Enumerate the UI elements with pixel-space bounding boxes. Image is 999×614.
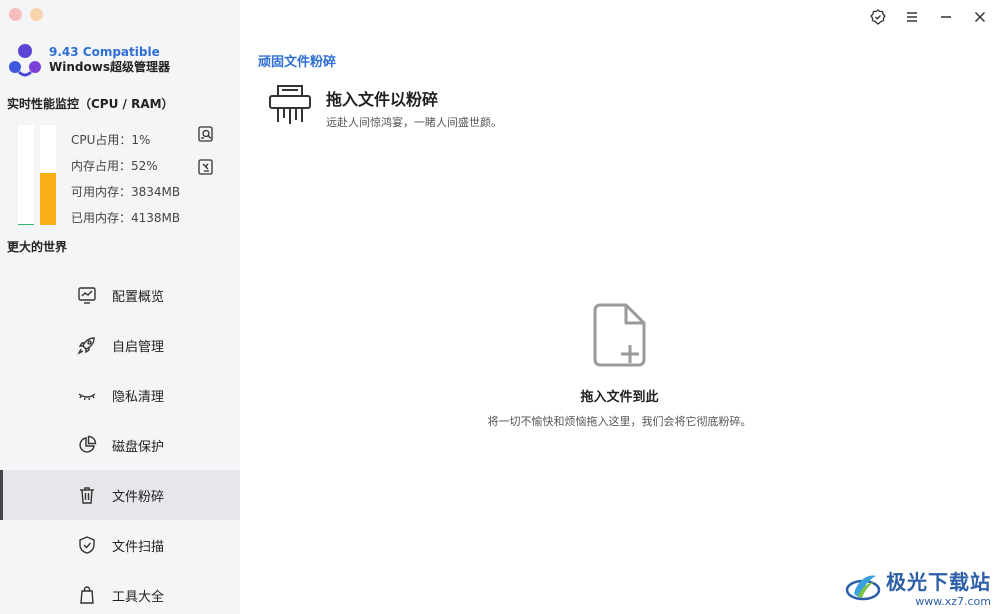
used-memory-text: 已用内存：4138MB [71,211,181,225]
sidebar-item-label: 配置概览 [112,289,165,305]
brand-name: Windows超级管理器 [49,60,170,74]
minimize-dot-button[interactable] [30,8,43,21]
watermark-name: 极光下载站 [886,570,991,594]
world-label: 更大的世界 [7,240,68,254]
available-memory-text: 可用内存：3834MB [71,185,181,199]
memory-clean-icon[interactable] [197,158,215,176]
sidebar-item-label: 文件扫描 [112,539,165,555]
sidebar-item-label: 隐私清理 [112,389,165,405]
watermark: 极光下载站 www.xz7.com [844,566,991,608]
menu-icon[interactable] [903,8,921,26]
close-icon[interactable] [971,8,989,26]
ram-usage-text: 内存占用：52% [71,159,158,173]
main-content: 顽固文件粉碎 拖入文件以粉碎 远赴人间惊鸿宴，一睹人间盛世颜。 拖入文件到此 将… [240,0,999,614]
sidebar-item-file-shred[interactable]: 文件粉碎 [0,470,240,520]
monitor-title: 实时性能监控（CPU / RAM） [7,97,174,111]
page-title: 顽固文件粉碎 [258,55,337,70]
sidebar-item-file-scan[interactable]: 文件扫描 [0,520,240,570]
rocket-icon [77,335,97,355]
feature-header: 拖入文件以粉碎 远赴人间惊鸿宴，一睹人间盛世颜。 [266,80,502,130]
pie-chart-icon [77,435,97,455]
watermark-url: www.xz7.com [915,595,991,608]
cpu-usage-fill [18,224,34,225]
close-dot-button[interactable] [9,8,22,21]
drop-title: 拖入文件到此 [580,390,659,405]
feature-title: 拖入文件以粉碎 [326,90,439,109]
bag-icon [77,585,97,605]
monitor-stats: CPU占用：1% 内存占用：52% 可用内存：3834MB 已用内存：4138M… [71,131,180,235]
drop-zone[interactable]: 拖入文件到此 将一切不愉快和烦恼拖入这里，我们会将它彻底粉碎。 [240,300,999,429]
shredder-icon [266,80,314,128]
monitor-chart-icon [77,285,97,305]
sidebar-item-disk-protect[interactable]: 磁盘保护 [0,420,240,470]
sidebar-item-tools[interactable]: 工具大全 [0,570,240,614]
feature-subtitle: 远赴人间惊鸿宴，一睹人间盛世颜。 [326,116,502,129]
sidebar-item-label: 磁盘保护 [112,439,165,455]
sidebar-item-label: 自启管理 [112,339,165,355]
sidebar-item-label: 工具大全 [112,589,165,605]
cpu-usage-bar [18,125,34,225]
sidebar-item-startup[interactable]: 自启管理 [0,320,240,370]
minimize-icon[interactable] [937,8,955,26]
window-traffic-lights [9,8,43,21]
ram-usage-fill [40,173,56,225]
report-search-icon[interactable] [197,125,215,143]
app-logo-icon [7,42,43,78]
brand: 9.43 Compatible Windows超级管理器 [7,42,170,78]
window-controls [869,8,989,26]
verified-badge-icon[interactable] [869,8,887,26]
file-add-icon [590,300,650,370]
sidebar-item-config-overview[interactable]: 配置概览 [0,270,240,320]
sidebar-item-label: 文件粉碎 [112,489,165,505]
ram-usage-bar [40,125,56,225]
shield-check-icon [77,535,97,555]
watermark-logo-icon [844,568,882,606]
drop-description: 将一切不愉快和烦恼拖入这里，我们会将它彻底粉碎。 [487,415,752,428]
sidebar: 9.43 Compatible Windows超级管理器 实时性能监控（CPU … [0,0,240,614]
cpu-usage-text: CPU占用：1% [71,133,151,147]
trash-icon [77,485,97,505]
sidebar-item-privacy-clean[interactable]: 隐私清理 [0,370,240,420]
sidebar-nav: 配置概览 自启管理 隐私清理 磁盘保护 文件粉碎 文件扫描 工具大全 [0,270,240,614]
closed-eye-icon [77,385,97,405]
brand-version: 9.43 Compatible [49,45,160,59]
